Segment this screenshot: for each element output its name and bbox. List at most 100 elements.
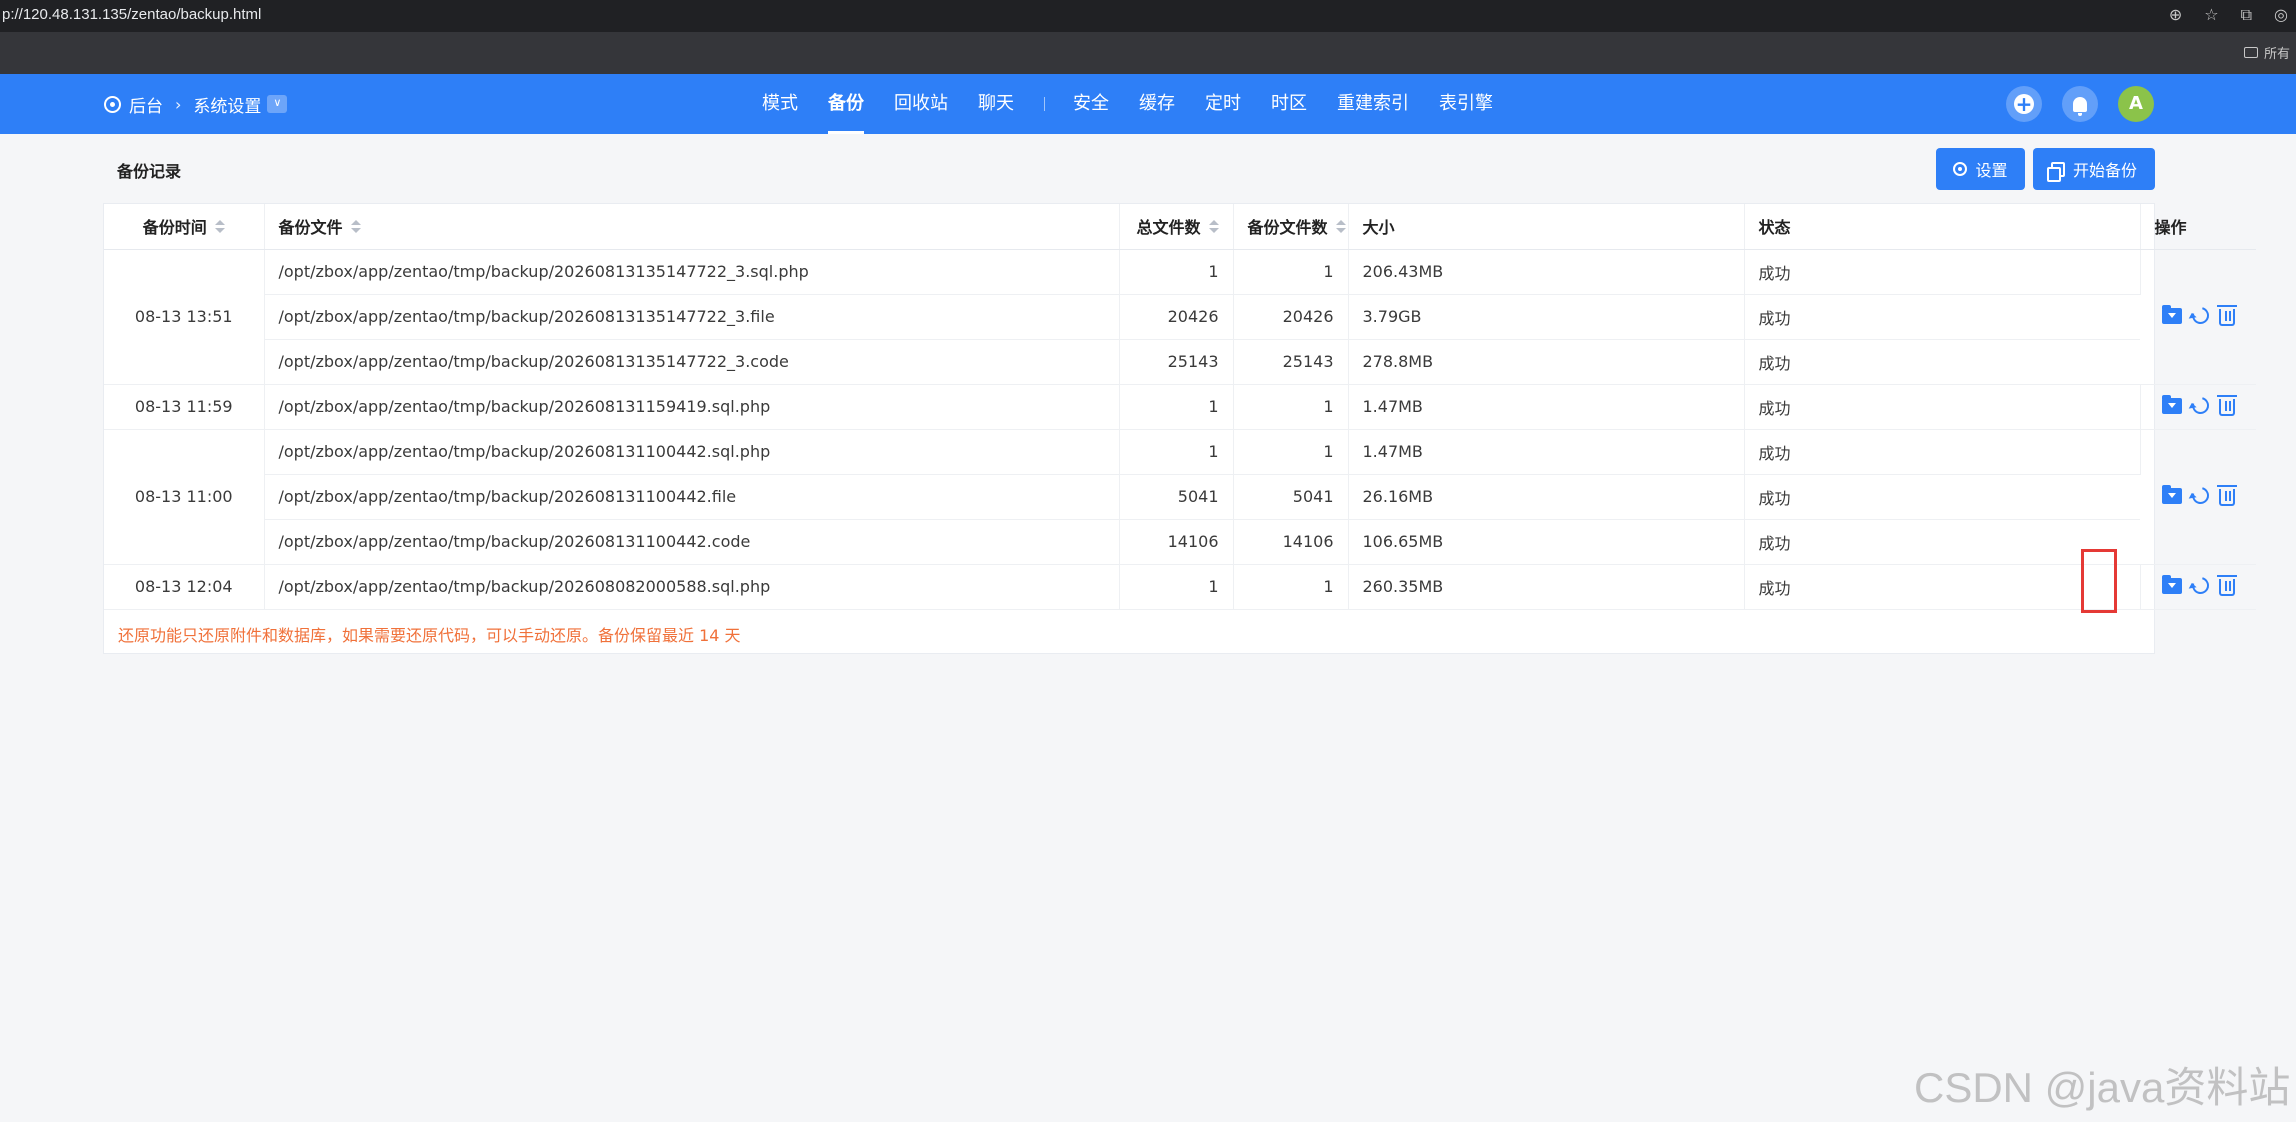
download-icon[interactable] — [2161, 394, 2182, 414]
settings-button-label: 设置 — [1975, 161, 2008, 180]
download-icon[interactable] — [2161, 484, 2182, 504]
tab-5[interactable]: 缓存 — [1139, 74, 1175, 134]
backup-file-cell: /opt/zbox/app/zentao/tmp/backup/20260813… — [264, 519, 1120, 565]
header-backup-time[interactable]: 备份时间 — [104, 204, 265, 250]
gear-icon — [104, 95, 121, 113]
gear-icon — [1953, 162, 1968, 176]
tab-3[interactable]: 聊天 — [978, 74, 1014, 134]
browser-toolbar-icons: ⊕ ☆ ⧉ ◎ — [2169, 5, 2288, 25]
header-total-files[interactable]: 总文件数 — [1119, 204, 1234, 250]
backed-files-cell: 14106 — [1233, 519, 1349, 565]
nav-actions: + A — [2006, 74, 2154, 134]
actions-cell — [2140, 564, 2256, 610]
plus-icon: + — [2014, 92, 2034, 116]
tab-4[interactable]: 安全 — [1073, 74, 1109, 134]
status-cell: 成功 — [1744, 429, 2141, 475]
status-cell: 成功 — [1744, 474, 2140, 520]
extensions-icon[interactable]: ⧉ — [2241, 5, 2252, 25]
backup-file-cell: /opt/zbox/app/zentao/tmp/backup/20260813… — [264, 294, 1120, 340]
bookmark-folder[interactable]: 所有 — [2243, 43, 2290, 62]
size-cell: 1.47MB — [1348, 429, 1745, 475]
status-cell: 成功 — [1744, 339, 2140, 385]
delete-icon[interactable] — [2216, 304, 2237, 326]
settings-button[interactable]: 设置 — [1936, 148, 2025, 190]
table-header-row: 备份时间 备份文件 总文件数 备份文件数 大小 状态 操作 — [104, 204, 2256, 250]
nav-divider — [1044, 97, 1045, 111]
page-title: 备份记录 — [117, 162, 182, 181]
backup-file-cell: /opt/zbox/app/zentao/tmp/backup/20260813… — [264, 249, 1120, 295]
tab-8[interactable]: 重建索引 — [1337, 74, 1409, 134]
delete-icon[interactable] — [2216, 394, 2237, 416]
table-row: 08-13 11:59/opt/zbox/app/zentao/tmp/back… — [104, 384, 2256, 430]
nav-tabs: 模式 备份 回收站 聊天 安全 缓存 定时 时区 重建索引 表引擎 — [762, 74, 1523, 134]
backed-files-cell: 1 — [1233, 384, 1349, 430]
restore-icon[interactable] — [2188, 303, 2212, 328]
restore-icon[interactable] — [2188, 573, 2212, 598]
star-icon[interactable]: ☆ — [2204, 5, 2218, 25]
total-files-cell: 1 — [1119, 564, 1234, 610]
total-files-cell: 1 — [1119, 429, 1234, 475]
bookmarks-bar: 所有 — [0, 32, 2296, 74]
breadcrumb: 后台 › 系统设置 ∨ — [104, 74, 288, 134]
total-files-cell: 14106 — [1119, 519, 1234, 565]
table-row: /opt/zbox/app/zentao/tmp/backup/20260813… — [104, 474, 2256, 520]
header-status: 状态 — [1744, 204, 2141, 250]
actions-cell — [2140, 249, 2256, 385]
breadcrumb-system-settings[interactable]: 系统设置 — [193, 92, 261, 117]
bell-icon — [2073, 96, 2087, 116]
chevron-right-icon: › — [175, 94, 182, 114]
status-cell: 成功 — [1744, 294, 2140, 340]
backed-files-cell: 20426 — [1233, 294, 1349, 340]
chevron-down-icon[interactable]: ∨ — [267, 95, 288, 113]
header-backup-file[interactable]: 备份文件 — [264, 204, 1120, 250]
table-row: 08-13 11:00/opt/zbox/app/zentao/tmp/back… — [104, 429, 2256, 565]
total-files-cell: 1 — [1119, 249, 1234, 295]
tab-2[interactable]: 回收站 — [894, 74, 948, 134]
tab-7[interactable]: 时区 — [1271, 74, 1307, 134]
download-icon[interactable] — [2161, 304, 2182, 324]
backup-file-cell: /opt/zbox/app/zentao/tmp/backup/20260813… — [264, 339, 1120, 385]
tab-9[interactable]: 表引擎 — [1439, 74, 1493, 134]
backed-files-cell: 1 — [1233, 249, 1349, 295]
start-backup-label: 开始备份 — [2072, 161, 2137, 180]
sort-icon[interactable] — [350, 220, 361, 234]
delete-icon[interactable] — [2216, 484, 2237, 506]
url-text[interactable]: p://120.48.131.135/zentao/backup.html — [2, 6, 261, 23]
tab-0[interactable]: 模式 — [762, 74, 798, 134]
bookmark-label: 所有 — [2263, 47, 2290, 62]
create-button[interactable]: + — [2006, 86, 2042, 122]
download-icon[interactable] — [2161, 574, 2182, 594]
backup-time-cell: 08-13 11:00 — [104, 429, 265, 565]
backed-files-cell: 1 — [1233, 564, 1349, 610]
restore-icon[interactable] — [2188, 483, 2212, 508]
table-row: /opt/zbox/app/zentao/tmp/backup/20260813… — [104, 294, 2256, 340]
profile-icon[interactable]: ◎ — [2274, 5, 2288, 25]
start-backup-button[interactable]: 开始备份 — [2033, 148, 2155, 190]
size-cell: 278.8MB — [1348, 339, 1745, 385]
sort-icon[interactable] — [1335, 220, 1346, 234]
size-cell: 260.35MB — [1348, 564, 1745, 610]
restore-icon[interactable] — [2188, 393, 2212, 418]
header-size: 大小 — [1348, 204, 1745, 250]
breadcrumb-admin[interactable]: 后台 — [129, 92, 163, 117]
backed-files-cell: 25143 — [1233, 339, 1349, 385]
actions-cell — [2140, 429, 2256, 565]
sort-icon[interactable] — [214, 220, 225, 234]
table-row: 08-13 13:51/opt/zbox/app/zentao/tmp/back… — [104, 249, 2256, 385]
table-row: 08-13 12:04/opt/zbox/app/zentao/tmp/back… — [104, 564, 2256, 610]
notifications-button[interactable] — [2062, 86, 2098, 122]
size-cell: 3.79GB — [1348, 294, 1745, 340]
header-backed-files[interactable]: 备份文件数 — [1233, 204, 1349, 250]
avatar[interactable]: A — [2118, 86, 2154, 122]
tab-6[interactable]: 定时 — [1205, 74, 1241, 134]
total-files-cell: 25143 — [1119, 339, 1234, 385]
status-cell: 成功 — [1744, 249, 2141, 295]
top-navigation: 后台 › 系统设置 ∨ 模式 备份 回收站 聊天 安全 缓存 定时 时区 重建索引 表引擎 + A — [0, 74, 2296, 134]
highlight-box — [2081, 549, 2117, 613]
zoom-icon[interactable]: ⊕ — [2169, 5, 2182, 25]
tab-1[interactable]: 备份 — [828, 74, 864, 134]
backup-table: 备份时间 备份文件 总文件数 备份文件数 大小 状态 操作 08-13 13:5… — [104, 204, 2256, 610]
delete-icon[interactable] — [2216, 574, 2237, 596]
sort-icon[interactable] — [1208, 220, 1219, 234]
browser-address-bar: p://120.48.131.135/zentao/backup.html ⊕ … — [0, 0, 2296, 32]
